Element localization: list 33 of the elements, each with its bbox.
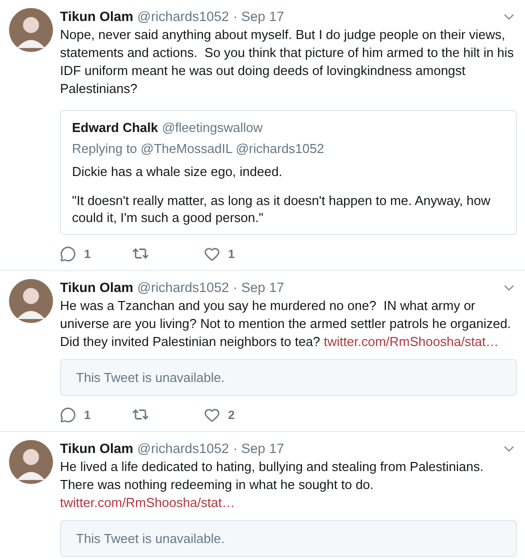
tweet-link[interactable]: twitter.com/RmShoosha/stat… (60, 495, 235, 510)
author-handle[interactable]: @richards1052 (137, 440, 230, 458)
unavailable-tweet: This Tweet is unavailable. (60, 359, 517, 396)
author-name: Edward Chalk (72, 119, 158, 136)
avatar (9, 279, 53, 323)
replying-to: Replying to @TheMossadIL @richards1052 (72, 140, 326, 157)
reply-icon[interactable] (60, 406, 76, 422)
avatar (9, 440, 53, 484)
reply-count: 1 (84, 246, 91, 260)
tweet-date[interactable]: · Sep 17 (233, 440, 284, 458)
quote-text: Dickie has a whale size ego, indeed. (72, 163, 284, 180)
like-count: 2 (228, 408, 235, 422)
unavailable-tweet: This Tweet is unavailable. (60, 520, 517, 557)
like-icon[interactable] (204, 406, 220, 422)
author-name[interactable]: Tikun Olam (60, 8, 134, 26)
tweet-date[interactable]: · Sep 17 (233, 279, 284, 297)
author-handle[interactable]: @richards1052 (137, 8, 230, 26)
tweet-date[interactable]: · Sep 17 (233, 8, 284, 26)
avatar (9, 8, 53, 52)
tweet-link[interactable]: twitter.com/RmShoosha/stat… (324, 334, 499, 349)
tweet-text: He lived a life dedicated to hating, bullying and stealing from Palestinians. There was nothing redeeming in what he sought to do. twitter.com/RmShoosha/stat… (60, 458, 484, 512)
tweet-text: He was a Tzanchan and you say he murdered no one? IN what army or universe are you living? Not to mention the armed settler patrols he organized. Did they invited Palestinian neighbors to tea? twitter.com/RmShoosha/stat… (60, 297, 512, 351)
author-handle[interactable]: @richards1052 (137, 279, 230, 297)
quoted-tweet[interactable] (60, 110, 517, 235)
author-name[interactable]: Tikun Olam (60, 440, 134, 458)
reply-icon[interactable] (60, 246, 76, 262)
author-name[interactable]: Tikun Olam (60, 279, 134, 297)
quote-text: "It doesn't really matter, as long as it doesn't happen to me. Anyway, how could it, I'm such a good person." (72, 192, 492, 226)
tweet-text: Nope, never said anything about myself. But I do judge people on their views, statements and actions. So you think that picture of him armed to the hilt in his IDF uniform meant he was out doing deeds of lovingkindness amongst Palestinians? (60, 26, 515, 98)
author-handle: @fleetingswallow (162, 119, 263, 136)
like-count: 1 (228, 246, 235, 260)
reply-count: 1 (84, 408, 91, 422)
like-icon[interactable] (204, 246, 220, 262)
